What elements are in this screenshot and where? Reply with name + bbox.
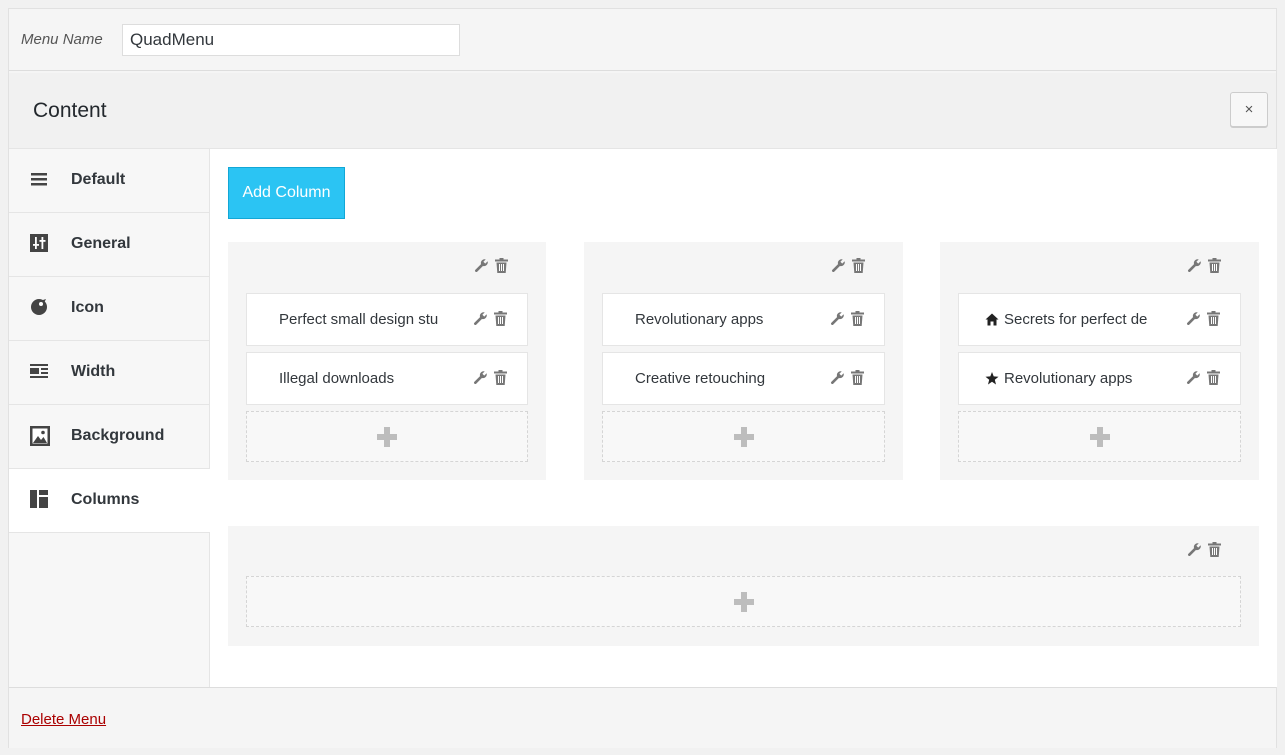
hamburger-icon (29, 169, 51, 191)
trash-icon[interactable] (851, 311, 864, 326)
wrench-icon[interactable] (1187, 542, 1202, 557)
column-tools (474, 258, 508, 273)
tab-label: General (71, 235, 131, 252)
wrench-icon[interactable] (830, 311, 845, 326)
trash-icon[interactable] (1207, 311, 1220, 326)
trash-icon[interactable] (494, 311, 507, 326)
menu-item[interactable]: Revolutionary apps (602, 293, 885, 346)
columns-panel: Add Column Perfect small design stu Ille… (210, 149, 1277, 687)
footer: Delete Menu (9, 687, 1276, 748)
item-tools (473, 370, 507, 385)
tab-label: Icon (71, 299, 104, 316)
menu-name-label: Menu Name (21, 31, 103, 48)
menu-name-input[interactable] (122, 24, 460, 56)
wide-menu-column (228, 526, 1259, 646)
column-tools (831, 258, 865, 273)
tab-width[interactable]: Width (9, 341, 209, 405)
menu-editor: Menu Name Content × Default General Icon (8, 8, 1277, 748)
item-tools (830, 370, 864, 385)
menu-item-label: Perfect small design stu (279, 311, 439, 328)
item-tools (1186, 311, 1220, 326)
palette-icon (29, 297, 51, 319)
plus-icon (1089, 426, 1110, 447)
menu-column: Secrets for perfect de Revolutionary app… (940, 242, 1259, 480)
tab-icon[interactable]: Icon (9, 277, 209, 341)
menu-item-label: Revolutionary apps (635, 311, 764, 328)
tab-label: Width (71, 363, 116, 380)
trash-icon[interactable] (494, 370, 507, 385)
columns-icon (29, 489, 51, 511)
add-item-slot[interactable] (602, 411, 885, 462)
tab-general[interactable]: General (9, 213, 209, 277)
plus-icon (377, 426, 397, 447)
trash-icon[interactable] (851, 370, 864, 385)
tab-label: Columns (71, 491, 140, 508)
align-icon (29, 361, 51, 383)
content-header: Content × (9, 73, 1276, 149)
menu-item-label: Illegal downloads (279, 370, 395, 387)
sidebar: Default General Icon Width Background Co… (9, 149, 210, 687)
menu-item[interactable]: Perfect small design stu (246, 293, 528, 346)
wrench-icon[interactable] (831, 258, 846, 273)
wrench-icon[interactable] (1186, 311, 1201, 326)
column-tools (1187, 542, 1221, 557)
tab-background[interactable]: Background (9, 405, 209, 469)
add-item-slot[interactable] (958, 411, 1241, 462)
tab-label: Background (71, 427, 165, 444)
trash-icon[interactable] (1208, 258, 1221, 273)
menu-item-label: Revolutionary apps (1004, 370, 1133, 387)
star-icon (985, 372, 999, 390)
home-icon (985, 313, 999, 331)
wrench-icon[interactable] (474, 258, 489, 273)
tab-label: Default (71, 171, 126, 188)
content-title: Content (33, 99, 107, 122)
menu-item[interactable]: Revolutionary apps (958, 352, 1241, 405)
menu-item[interactable]: Illegal downloads (246, 352, 528, 405)
menu-item[interactable]: Secrets for perfect de (958, 293, 1241, 346)
trash-icon[interactable] (1208, 542, 1221, 557)
add-item-slot[interactable] (246, 576, 1241, 627)
tab-default[interactable]: Default (9, 149, 209, 213)
menu-item-label: Creative retouching (635, 370, 766, 387)
add-column-button[interactable]: Add Column (228, 167, 345, 219)
column-tools (1187, 258, 1221, 273)
wrench-icon[interactable] (473, 370, 488, 385)
wrench-icon[interactable] (473, 311, 488, 326)
item-tools (473, 311, 507, 326)
sliders-icon (29, 233, 51, 255)
close-button[interactable]: × (1230, 92, 1268, 127)
item-tools (830, 311, 864, 326)
menu-item[interactable]: Creative retouching (602, 352, 885, 405)
menu-name-bar: Menu Name (9, 9, 1276, 71)
image-icon (29, 425, 51, 447)
add-item-slot[interactable] (246, 411, 528, 462)
wrench-icon[interactable] (1187, 258, 1202, 273)
trash-icon[interactable] (495, 258, 508, 273)
plus-icon (733, 591, 754, 612)
item-tools (1186, 370, 1220, 385)
trash-icon[interactable] (852, 258, 865, 273)
menu-column: Perfect small design stu Illegal downloa… (228, 242, 546, 480)
plus-icon (733, 426, 754, 447)
tab-columns[interactable]: Columns (9, 469, 210, 533)
delete-menu-link[interactable]: Delete Menu (21, 711, 106, 728)
menu-item-label: Secrets for perfect de (1004, 311, 1148, 328)
menu-column: Revolutionary apps Creative retouching (584, 242, 903, 480)
wrench-icon[interactable] (830, 370, 845, 385)
wrench-icon[interactable] (1186, 370, 1201, 385)
trash-icon[interactable] (1207, 370, 1220, 385)
